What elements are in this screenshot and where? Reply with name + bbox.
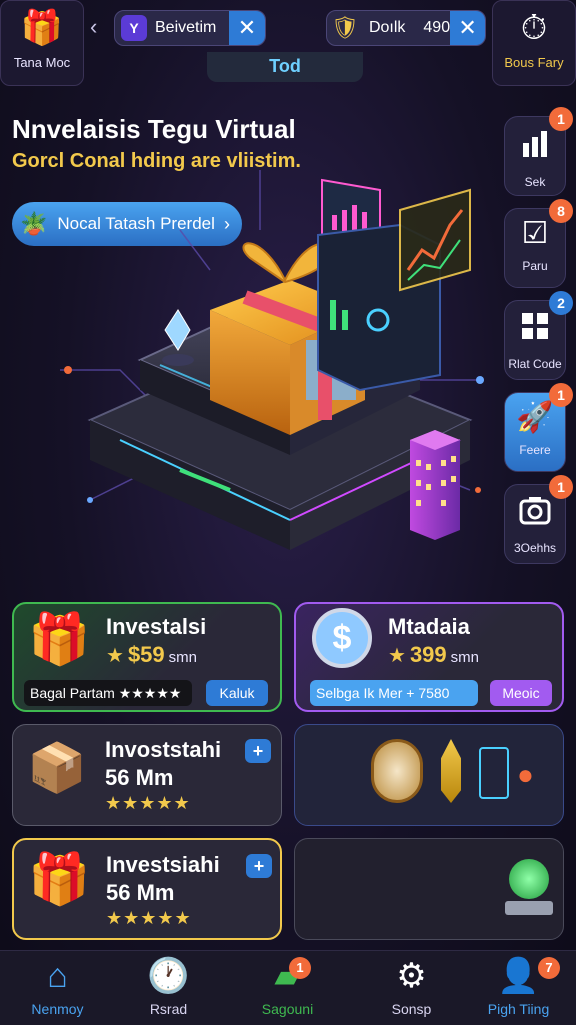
nav-item-home[interactable]: ⌂ Nenmoy [0,951,115,1025]
card-title: Investalsi [106,614,207,639]
card-title: Mtadaia [388,614,470,639]
currency-value: 490 [423,19,451,36]
side-button-label: 3Oehhs [513,541,557,555]
bottom-nav: ⌂ Nenmoy 🕐 Rsrad ▰ 1 Sagouni ⚙ Sonsp 👤 7… [0,950,576,1025]
gift-box-icon: 🎁 [28,611,91,667]
notification-badge: 2 [549,291,573,315]
notification-badge: 1 [549,475,573,499]
card-price: $59 [127,642,165,667]
monster-icon: ● [517,759,534,790]
card-strip: Bagal Partam ★★★★★ [24,680,192,706]
side-button-free[interactable]: 1 🚀 Feere [504,383,573,472]
pocket-watch-icon [371,739,423,803]
investment-card-5[interactable]: 🎁 Investsiahi 56 Mm ★★★★★ + [12,838,282,940]
rating-stars: ★★★★★ [105,793,191,813]
card-action-button[interactable]: Kaluk [206,680,268,706]
star-icon: ★ [106,645,124,667]
nav-label: Sagouni [261,1001,314,1017]
top-left-label: Tana Moc [13,55,71,70]
gift-box-icon: 🎁 [28,851,91,907]
side-button-code[interactable]: 2 Rlat Code [504,291,573,380]
card-action-button[interactable]: Meoic [490,680,552,706]
search-pill[interactable]: Y Beivetim ✕ [114,10,266,46]
nav-label: Nenmoy [31,1001,84,1017]
card-amount: 56 Mm [105,765,174,790]
add-button[interactable]: + [246,854,272,878]
green-lamp-icon [509,859,549,899]
lamp-base-icon [505,901,553,915]
side-button-stats[interactable]: 1 Sek [504,107,573,196]
card-title: Investsiahi [106,852,220,877]
close-icon[interactable]: ✕ [229,11,265,45]
tab-main[interactable]: Tod [207,52,363,82]
nav-item-settings[interactable]: ⚙ Sonsp [354,951,469,1025]
card-strip: Selbga Ik Mer + 7580 [310,680,478,706]
side-button-label: Rlat Code [508,357,562,371]
side-button-label: Feere [519,443,551,457]
items-card-2[interactable] [294,838,564,940]
page-title: Nnvelaisis Tegu Virtual [12,114,296,144]
plant-icon: 🪴 [20,211,48,236]
nav-label: Sonsp [391,1001,432,1017]
investment-card-2[interactable]: $ Mtadaia ★ 399 smn Selbga Ik Mer + 7580… [294,602,564,712]
side-button-tasks[interactable]: 8 ☑ Paru [504,199,573,288]
gear-icon: ⚙ [396,957,427,995]
rating-stars: ★★★★★ [106,908,192,928]
nav-label: Rsrad [149,1001,188,1017]
clock-icon: 🕐 [147,957,190,995]
home-icon: ⌂ [47,957,68,995]
side-button-label: Paru [522,259,548,273]
top-left-gift-button[interactable]: 🎁 Tana Moc [0,0,84,86]
card-title: Invoststahi [105,737,222,762]
investment-card-3[interactable]: 📦 Invoststahi 56 Mm ★★★★★ + [12,724,282,826]
notification-badge: 8 [549,199,573,223]
pen-nib-icon [441,739,461,803]
card-unit: smn [450,649,479,666]
box-chart-icon: 📦 [27,742,87,795]
back-chevron-icon[interactable]: ‹ [90,14,97,40]
nav-label: Pigh Tiing [487,1001,550,1017]
side-button-label: Sek [524,175,546,189]
notification-badge: 1 [289,957,311,979]
investment-card-1[interactable]: 🎁 Investalsi ★ $59 smn Bagal Partam ★★★★… [12,602,282,712]
items-card[interactable]: ● [294,724,564,826]
hero-isometric-svg [60,170,484,550]
top-right-bonus-button[interactable]: ⏱ Bous Fary [492,0,576,86]
nav-item-clock[interactable]: 🕐 Rsrad [111,951,226,1025]
add-button[interactable]: + [245,739,271,763]
nav-item-folder[interactable]: ▰ 1 Sagouni [230,951,345,1025]
currency-label: Doılk [368,19,406,36]
calculator-icon [479,747,509,799]
side-button-camera[interactable]: 1 3Oehhs [504,475,573,564]
notification-badge: 7 [538,957,560,979]
gift-box-icon: 🎁 [20,9,64,47]
hero-illustration [60,170,500,600]
card-price-row: ★ $59 smn [106,642,197,668]
user-icon: 👤 [497,957,540,995]
nav-item-profile[interactable]: 👤 7 Pigh Tiing [461,951,576,1025]
card-unit: smn [168,649,197,666]
close-icon[interactable]: ✕ [450,11,485,45]
notification-badge: 1 [549,107,573,131]
card-price-row: ★ 399 smn [388,642,479,668]
gold-shield-icon: 🛡 [331,15,359,40]
currency-pill[interactable]: 🛡 Doılk 490 ✕ [326,10,486,46]
clock-badge-icon: ⏱ [520,9,548,47]
star-icon: ★ [388,645,406,667]
top-right-label: Bous Fary [504,55,564,70]
folder-icon: ▰ [274,957,301,995]
card-price: 399 [409,642,447,667]
card-amount: 56 Mm [106,880,175,905]
search-pill-text: Beivetim [155,19,217,36]
app-logo-icon: Y [121,15,147,41]
notification-badge: 1 [549,383,573,407]
dollar-medal-icon: $ [312,608,372,668]
